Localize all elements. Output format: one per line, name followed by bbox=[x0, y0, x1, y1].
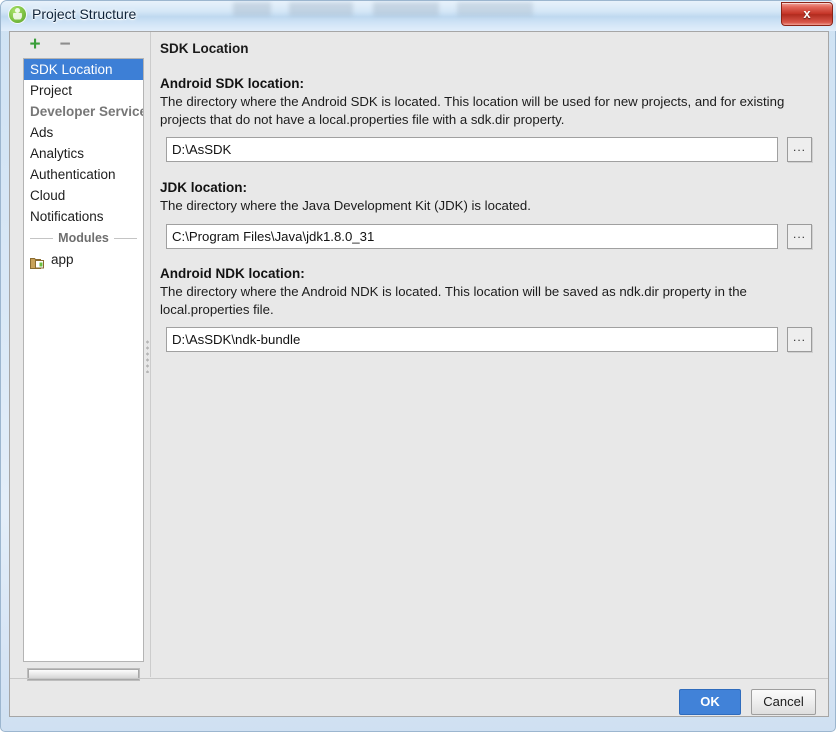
sidebar-item-label: Notifications bbox=[30, 209, 104, 224]
module-label: app bbox=[51, 252, 74, 267]
jdk-location-input[interactable] bbox=[166, 223, 778, 249]
android-studio-icon bbox=[9, 6, 26, 23]
section-android-ndk-location: Android NDK location: The directory wher… bbox=[160, 266, 820, 352]
sidebar-item-authentication[interactable]: Authentication bbox=[24, 164, 143, 185]
separator-rule-left bbox=[30, 237, 54, 239]
close-icon[interactable]: x bbox=[781, 2, 833, 26]
remove-module-button[interactable]: − bbox=[54, 35, 76, 55]
section-label: Android NDK location: bbox=[160, 266, 305, 281]
sidebar-item-label: Cloud bbox=[30, 188, 66, 203]
sidebar-item-developer-services[interactable]: Developer Services bbox=[24, 101, 143, 122]
splitter-grip-icon bbox=[146, 339, 149, 373]
browse-button-android-ndk[interactable]: ... bbox=[787, 327, 812, 352]
sidebar-item-label: Developer Services bbox=[30, 104, 144, 119]
content-pane: SDK Location Android SDK location: The d… bbox=[153, 32, 830, 677]
sidebar-item-label: Project bbox=[30, 83, 73, 98]
field-row: ... bbox=[160, 137, 820, 162]
android-sdk-location-input[interactable] bbox=[166, 137, 778, 162]
sidebar-item-label: Authentication bbox=[30, 167, 116, 182]
add-module-button[interactable]: + bbox=[24, 35, 46, 55]
sidebar-list: SDK Location Project Developer Services … bbox=[23, 58, 144, 662]
sidebar-item-ads[interactable]: Ads bbox=[24, 122, 143, 143]
sidebar-item-label: Ads bbox=[30, 125, 54, 140]
pane-splitter[interactable] bbox=[144, 32, 152, 677]
ok-button[interactable]: OK bbox=[679, 689, 741, 715]
sidebar-item-label: SDK Location bbox=[30, 62, 113, 77]
section-description: The directory where the Android NDK is l… bbox=[160, 284, 747, 317]
browse-button-android-sdk[interactable]: ... bbox=[787, 137, 812, 162]
separator-rule-right bbox=[113, 237, 138, 239]
splitter-line bbox=[150, 32, 151, 677]
section-jdk-location: JDK location: The directory where the Ja… bbox=[160, 180, 820, 249]
cancel-button[interactable]: Cancel bbox=[751, 689, 816, 715]
project-structure-window: Project Structure x + − SDK Location Pro… bbox=[0, 0, 836, 732]
modules-separator: Modules bbox=[24, 227, 143, 249]
window-title: Project Structure bbox=[32, 6, 137, 22]
page-title: SDK Location bbox=[160, 41, 249, 56]
module-folder-icon bbox=[30, 254, 45, 269]
sidebar-item-analytics[interactable]: Analytics bbox=[24, 143, 143, 164]
modules-separator-label: Modules bbox=[58, 231, 109, 245]
section-label: Android SDK location: bbox=[160, 76, 304, 91]
field-row: ... bbox=[160, 327, 820, 352]
section-description: The directory where the Android SDK is l… bbox=[160, 94, 785, 127]
title-bar-ghost-text bbox=[233, 2, 553, 16]
sidebar-item-project[interactable]: Project bbox=[24, 80, 143, 101]
sidebar-item-notifications[interactable]: Notifications bbox=[24, 206, 143, 227]
sidebar-item-module-app[interactable]: app bbox=[24, 249, 143, 271]
section-label: JDK location: bbox=[160, 180, 248, 195]
field-row: ... bbox=[160, 223, 820, 249]
section-android-sdk-location: Android SDK location: The directory wher… bbox=[160, 76, 820, 162]
sidebar-item-cloud[interactable]: Cloud bbox=[24, 185, 143, 206]
sidebar-toolbar: + − bbox=[10, 32, 140, 58]
sidebar: + − SDK Location Project Developer Servi… bbox=[10, 32, 144, 681]
browse-button-jdk[interactable]: ... bbox=[787, 223, 812, 249]
dialog-button-bar: OK Cancel bbox=[10, 679, 828, 716]
title-bar: Project Structure x bbox=[1, 1, 836, 31]
section-description: The directory where the Java Development… bbox=[160, 198, 531, 213]
sidebar-item-sdk-location[interactable]: SDK Location bbox=[24, 59, 143, 80]
sidebar-item-label: Analytics bbox=[30, 146, 85, 161]
android-ndk-location-input[interactable] bbox=[166, 327, 778, 352]
dialog-client-area: + − SDK Location Project Developer Servi… bbox=[9, 31, 829, 717]
